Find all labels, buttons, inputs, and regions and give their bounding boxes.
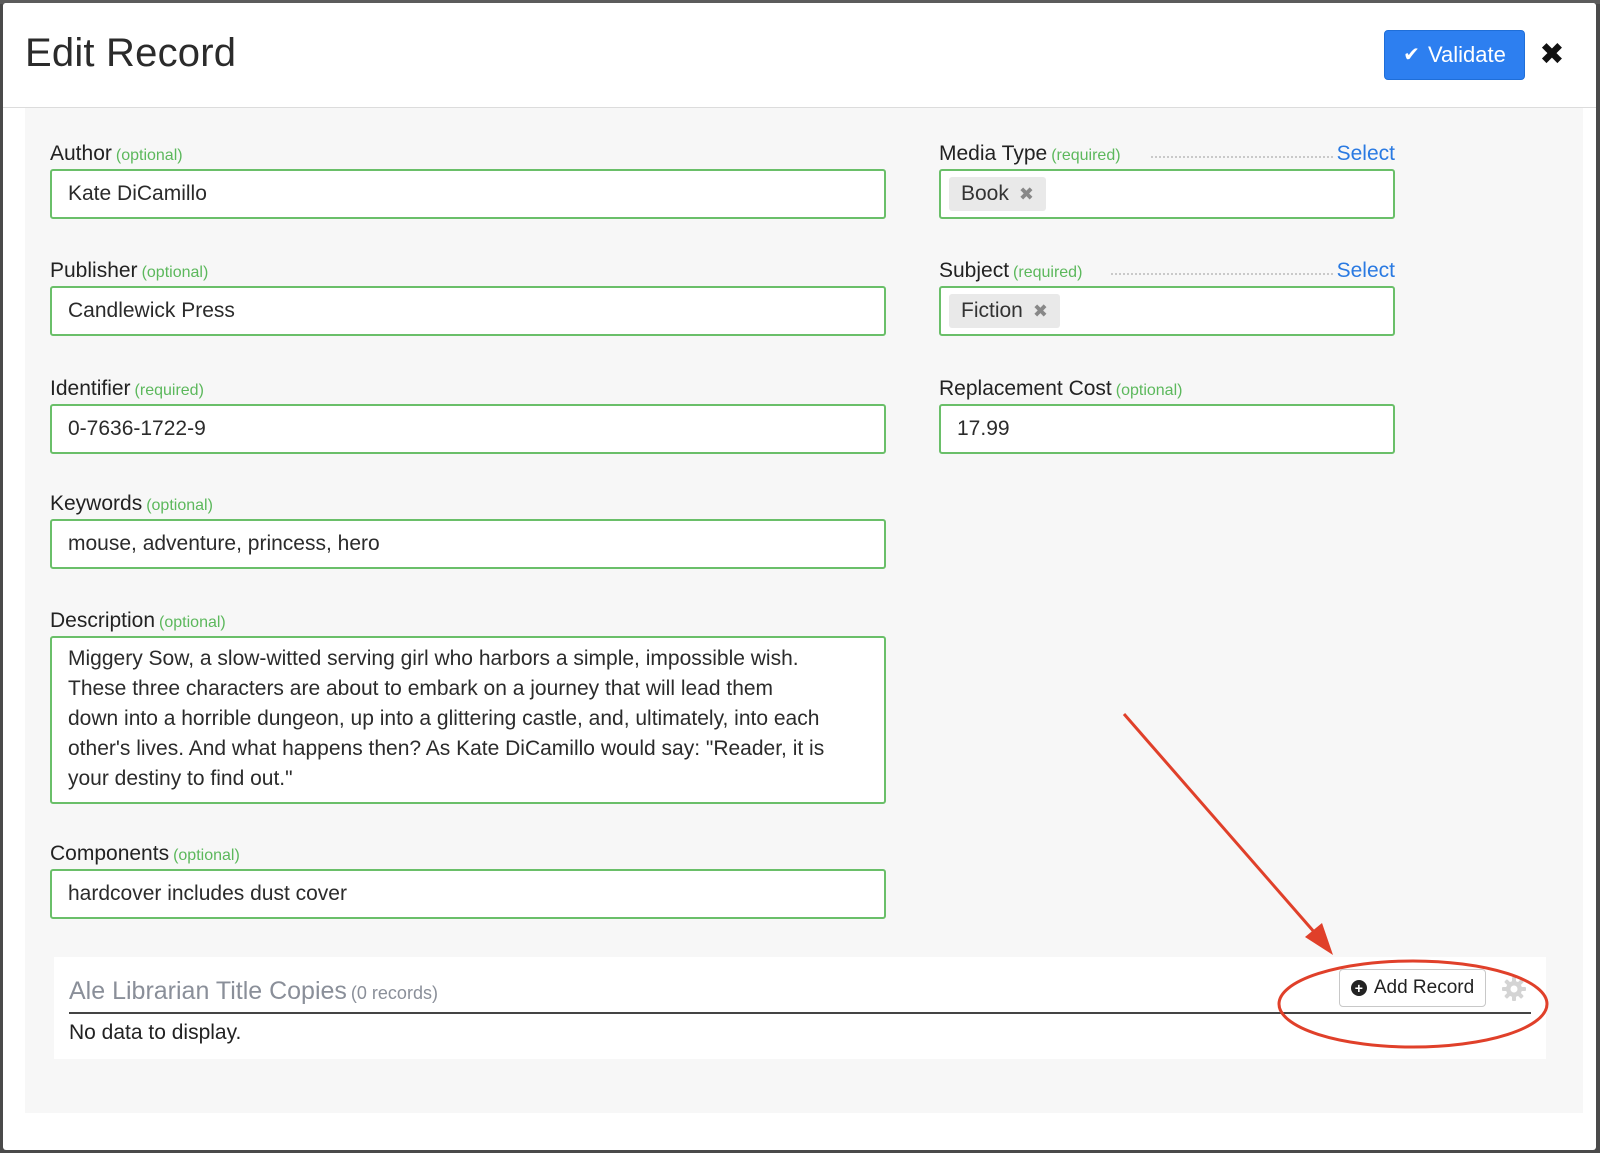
components-field: Components (optional) hardcover includes … — [50, 839, 886, 919]
modal-body: Author (optional) Kate DiCamillo Publishe… — [25, 108, 1583, 1113]
media-type-tag-label: Book — [961, 182, 1009, 205]
media-type-tag: Book ✖ — [949, 177, 1046, 211]
copies-count: (0 records) — [350, 983, 438, 1003]
publisher-field: Publisher (optional) Candlewick Press — [50, 256, 886, 336]
subject-input[interactable]: Fiction ✖ — [939, 286, 1395, 336]
media-type-input[interactable]: Book ✖ — [939, 169, 1395, 219]
media-type-label: Media Type (required) — [939, 142, 1121, 165]
replacement-cost-input[interactable]: 17.99 — [939, 404, 1395, 454]
media-type-field: Media Type (required) Select Book ✖ — [939, 139, 1395, 219]
publisher-label: Publisher (optional) — [50, 259, 209, 282]
title-copies-panel: Ale Librarian Title Copies (0 records) + … — [54, 957, 1546, 1059]
validate-label: Validate — [1427, 42, 1506, 67]
description-label: Description (optional) — [50, 609, 226, 632]
author-input[interactable]: Kate DiCamillo — [50, 169, 886, 219]
replacement-cost-hint: (optional) — [1115, 382, 1183, 399]
remove-tag-icon[interactable]: ✖ — [1033, 294, 1048, 328]
copies-divider — [69, 1012, 1531, 1014]
validate-button[interactable]: ✔ Validate — [1384, 30, 1525, 80]
description-hint: (optional) — [159, 614, 226, 631]
description-textarea[interactable]: Miggery Sow, a slow-witted serving girl … — [50, 636, 886, 804]
description-line: your destiny to find out." — [68, 767, 293, 790]
publisher-hint: (optional) — [141, 264, 209, 281]
description-line: Miggery Sow, a slow-witted serving girl … — [68, 647, 799, 670]
components-hint: (optional) — [173, 847, 240, 864]
identifier-field: Identifier (required) 0-7636-1722-9 — [50, 374, 886, 454]
identifier-hint: (required) — [134, 382, 204, 399]
close-icon[interactable]: ✖ — [1536, 39, 1568, 71]
keywords-label: Keywords (optional) — [50, 492, 213, 515]
description-line: other's lives. And what happens then? As… — [68, 737, 825, 760]
replacement-cost-label: Replacement Cost (optional) — [939, 377, 1183, 400]
no-data-message: No data to display. — [69, 1021, 242, 1044]
add-record-label: Add Record — [1373, 977, 1475, 998]
subject-tag-label: Fiction — [961, 299, 1023, 322]
description-line: These three characters are about to emba… — [68, 677, 774, 700]
dotted-leader — [1111, 273, 1333, 275]
media-type-hint: (required) — [1051, 147, 1121, 164]
components-input[interactable]: hardcover includes dust cover — [50, 869, 886, 919]
subject-label: Subject (required) — [939, 259, 1083, 282]
subject-select-link[interactable]: Select — [1337, 256, 1395, 286]
remove-tag-icon[interactable]: ✖ — [1019, 177, 1034, 211]
modal-title: Edit Record — [25, 31, 237, 75]
keywords-field: Keywords (optional) mouse, adventure, pri… — [50, 489, 886, 569]
description-field: Description (optional) Miggery Sow, a slo… — [50, 606, 910, 804]
identifier-input[interactable]: 0-7636-1722-9 — [50, 404, 886, 454]
publisher-input[interactable]: Candlewick Press — [50, 286, 886, 336]
edit-record-modal: Edit Record ✔ Validate ✖ Author (optional… — [3, 3, 1596, 1150]
modal-header: Edit Record ✔ Validate ✖ — [3, 3, 1596, 108]
author-field: Author (optional) Kate DiCamillo — [50, 139, 886, 219]
author-label: Author (optional) — [50, 142, 183, 165]
description-line: down into a horrible dungeon, up into a … — [68, 707, 820, 730]
keywords-input[interactable]: mouse, adventure, princess, hero — [50, 519, 886, 569]
add-record-button[interactable]: + Add Record — [1339, 969, 1486, 1007]
copies-title: Ale Librarian Title Copies (0 records) — [69, 977, 438, 1005]
subject-field: Subject (required) Select Fiction ✖ — [939, 256, 1395, 336]
identifier-label: Identifier (required) — [50, 377, 204, 400]
subject-hint: (required) — [1013, 264, 1083, 281]
dotted-leader — [1151, 156, 1333, 158]
gear-icon[interactable] — [1501, 976, 1527, 1002]
check-icon: ✔ — [1403, 44, 1420, 66]
media-type-select-link[interactable]: Select — [1337, 139, 1395, 169]
author-hint: (optional) — [115, 147, 183, 164]
components-label: Components (optional) — [50, 842, 240, 865]
subject-tag: Fiction ✖ — [949, 294, 1060, 328]
keywords-hint: (optional) — [146, 497, 213, 514]
plus-circle-icon: + — [1350, 980, 1367, 996]
replacement-cost-field: Replacement Cost (optional) 17.99 — [939, 374, 1395, 454]
